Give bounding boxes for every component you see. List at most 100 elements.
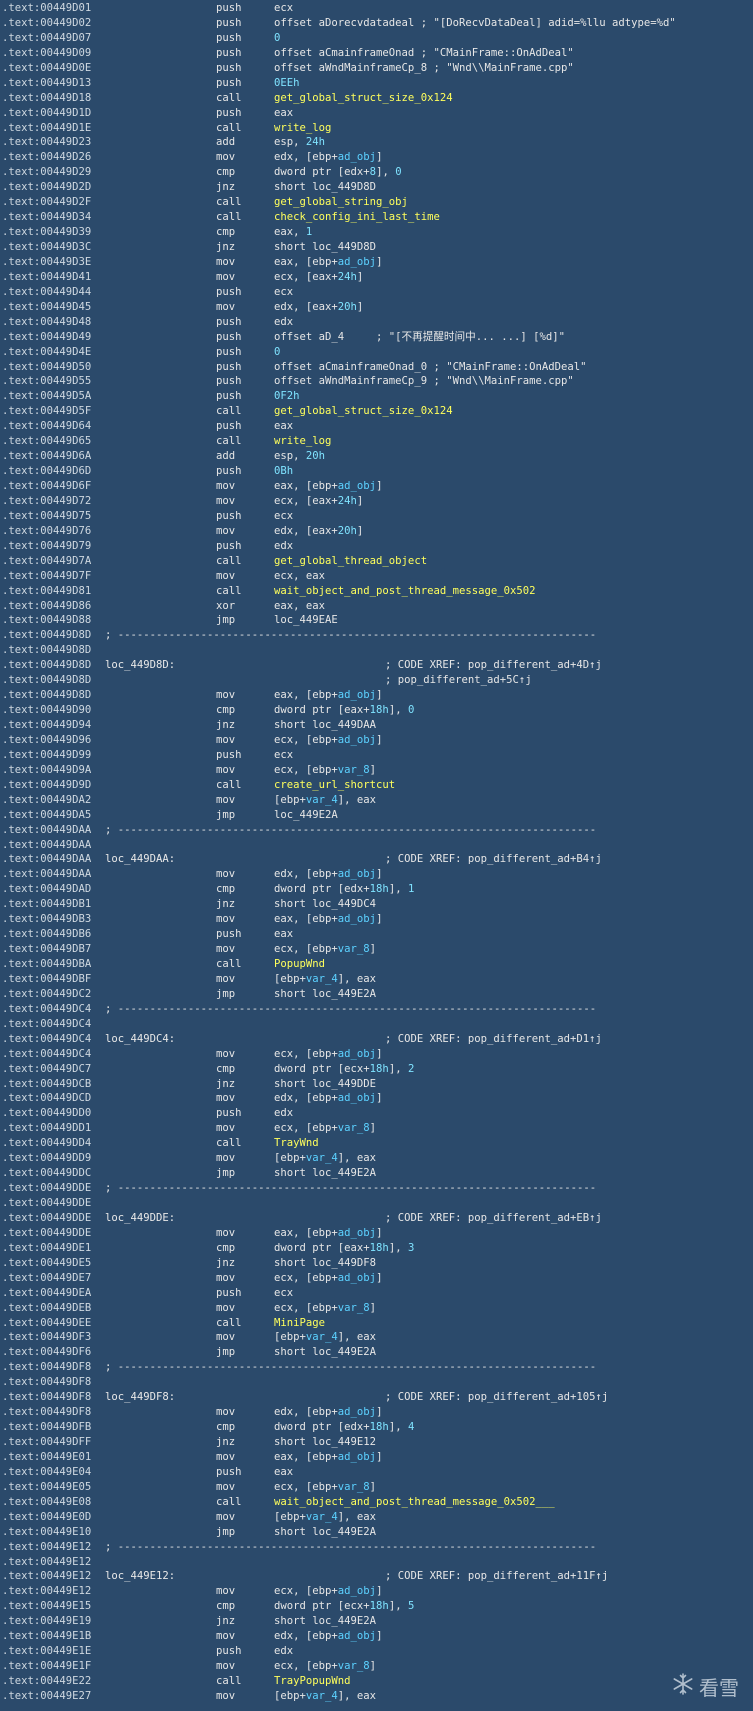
- code-line[interactable]: .text:00449E04 push eax: [0, 1465, 753, 1480]
- code-line[interactable]: .text:00449D90 cmp dword ptr [eax+18h], 0: [0, 703, 753, 718]
- code-line[interactable]: .text:00449E1F mov ecx, [ebp+var_8]: [0, 1659, 753, 1674]
- code-line[interactable]: .text:00449DB3 mov eax, [ebp+ad_obj]: [0, 912, 753, 927]
- code-line[interactable]: .text:00449DC4 ; ------------------------…: [0, 1002, 753, 1017]
- code-label[interactable]: loc_449DAA:: [105, 852, 175, 867]
- variable-reference[interactable]: var_8: [338, 1122, 370, 1134]
- function-reference[interactable]: MiniPage: [274, 1317, 325, 1329]
- function-reference[interactable]: get_global_thread_object: [274, 555, 427, 567]
- code-line[interactable]: .text:00449DAA mov edx, [ebp+ad_obj]: [0, 867, 753, 882]
- code-line[interactable]: .text:00449D6D push 0Bh: [0, 464, 753, 479]
- code-line[interactable]: .text:00449D81 call wait_object_and_post_t…: [0, 584, 753, 599]
- code-line[interactable]: .text:00449E12 mov ecx, [ebp+ad_obj]: [0, 1584, 753, 1599]
- code-line[interactable]: .text:00449D0E push offset aWndMainframeCp…: [0, 61, 753, 76]
- code-line[interactable]: .text:00449DB6 push eax: [0, 927, 753, 942]
- function-reference[interactable]: TrayPopupWnd: [274, 1675, 351, 1687]
- code-line[interactable]: .text:00449D44 push ecx: [0, 285, 753, 300]
- code-line[interactable]: .text:00449D39 cmp eax, 1: [0, 225, 753, 240]
- variable-reference[interactable]: ad_obj: [338, 1272, 376, 1284]
- code-line[interactable]: .text:00449D94 jnz short loc_449DAA: [0, 718, 753, 733]
- code-line[interactable]: .text:00449D2D jnz short loc_449D8D: [0, 180, 753, 195]
- function-reference[interactable]: write_log: [274, 122, 331, 134]
- variable-reference[interactable]: ad_obj: [338, 734, 376, 746]
- code-line[interactable]: .text:00449D6A add esp, 20h: [0, 449, 753, 464]
- code-line[interactable]: .text:00449DCB jnz short loc_449DDE: [0, 1077, 753, 1092]
- code-line[interactable]: .text:00449D79 push edx: [0, 539, 753, 554]
- code-line[interactable]: .text:00449E12 ; ------------------------…: [0, 1540, 753, 1555]
- code-line[interactable]: .text:00449D48 push edx: [0, 315, 753, 330]
- code-line[interactable]: .text:00449DDE mov eax, [ebp+ad_obj]: [0, 1226, 753, 1241]
- code-line[interactable]: .text:00449DEB mov ecx, [ebp+var_8]: [0, 1301, 753, 1316]
- code-line[interactable]: .text:00449DC4 mov ecx, [ebp+ad_obj]: [0, 1047, 753, 1062]
- variable-reference[interactable]: ad_obj: [338, 1630, 376, 1642]
- code-line[interactable]: .text:00449DDE: [0, 1196, 753, 1211]
- code-line[interactable]: .text:00449D8D ; ------------------------…: [0, 628, 753, 643]
- variable-reference[interactable]: var_4: [306, 1152, 338, 1164]
- variable-reference[interactable]: ad_obj: [338, 1406, 376, 1418]
- code-line[interactable]: .text:00449D18 call get_global_struct_size…: [0, 91, 753, 106]
- code-line[interactable]: .text:00449D45 mov edx, [eax+20h]: [0, 300, 753, 315]
- code-line[interactable]: .text:00449D09 push offset aCmainframeOnad…: [0, 46, 753, 61]
- variable-reference[interactable]: ad_obj: [338, 1092, 376, 1104]
- code-line[interactable]: .text:00449DC7 cmp dword ptr [ecx+18h], 2: [0, 1062, 753, 1077]
- variable-reference[interactable]: ad_obj: [338, 1585, 376, 1597]
- code-line[interactable]: .text:00449D99 push ecx: [0, 748, 753, 763]
- variable-reference[interactable]: var_8: [338, 1660, 370, 1672]
- code-line[interactable]: .text:00449D1E call write_log: [0, 121, 753, 136]
- code-line[interactable]: .text:00449D1D push eax: [0, 106, 753, 121]
- variable-reference[interactable]: ad_obj: [338, 256, 376, 268]
- code-line[interactable]: .text:00449DFB cmp dword ptr [edx+18h], 4: [0, 1420, 753, 1435]
- code-line[interactable]: .text:00449D23 add esp, 24h: [0, 135, 753, 150]
- variable-reference[interactable]: ad_obj: [338, 1227, 376, 1239]
- code-line[interactable]: .text:00449DE5 jnz short loc_449DF8: [0, 1256, 753, 1271]
- disassembly-listing[interactable]: .text:00449D01 push ecx .text:00449D02 push o…: [0, 0, 753, 1704]
- code-line[interactable]: .text:00449DDC jmp short loc_449E2A: [0, 1166, 753, 1181]
- function-reference[interactable]: get_global_struct_size_0x124: [274, 405, 453, 417]
- code-line[interactable]: .text:00449D4E push 0: [0, 345, 753, 360]
- code-line[interactable]: .text:00449D8D: [0, 643, 753, 658]
- code-line[interactable]: .text:00449D5F call get_global_struct_size…: [0, 404, 753, 419]
- code-line[interactable]: .text:00449D96 mov ecx, [ebp+ad_obj]: [0, 733, 753, 748]
- code-line[interactable]: .text:00449D86 xor eax, eax: [0, 599, 753, 614]
- code-line[interactable]: .text:00449D8D ; pop_different_ad+5C↑j: [0, 673, 753, 688]
- code-line[interactable]: .text:00449DEE call MiniPage: [0, 1316, 753, 1331]
- code-line[interactable]: .text:00449DD1 mov ecx, [ebp+var_8]: [0, 1121, 753, 1136]
- code-line[interactable]: .text:00449DF8 loc_449DF8: ; CODE XREF: po…: [0, 1390, 753, 1405]
- variable-reference[interactable]: var_4: [306, 794, 338, 806]
- variable-reference[interactable]: var_4: [306, 973, 338, 985]
- variable-reference[interactable]: ad_obj: [338, 868, 376, 880]
- code-line[interactable]: .text:00449DB1 jnz short loc_449DC4: [0, 897, 753, 912]
- code-line[interactable]: .text:00449E1B mov edx, [ebp+ad_obj]: [0, 1629, 753, 1644]
- function-reference[interactable]: write_log: [274, 435, 331, 447]
- code-line[interactable]: .text:00449DF8 mov edx, [ebp+ad_obj]: [0, 1405, 753, 1420]
- code-line[interactable]: .text:00449DBA call PopupWnd: [0, 957, 753, 972]
- code-line[interactable]: .text:00449DBF mov [ebp+var_4], eax: [0, 972, 753, 987]
- code-line[interactable]: .text:00449D3C jnz short loc_449D8D: [0, 240, 753, 255]
- code-line[interactable]: .text:00449D34 call check_config_ini_last_…: [0, 210, 753, 225]
- code-line[interactable]: .text:00449D29 cmp dword ptr [edx+8], 0: [0, 165, 753, 180]
- code-line[interactable]: .text:00449DE7 mov ecx, [ebp+ad_obj]: [0, 1271, 753, 1286]
- code-line[interactable]: .text:00449D7A call get_global_thread_obje…: [0, 554, 753, 569]
- code-line[interactable]: .text:00449DFF jnz short loc_449E12: [0, 1435, 753, 1450]
- code-line[interactable]: .text:00449E1E push edx: [0, 1644, 753, 1659]
- code-line[interactable]: .text:00449E08 call wait_object_and_post_t…: [0, 1495, 753, 1510]
- function-reference[interactable]: get_global_struct_size_0x124: [274, 92, 453, 104]
- code-line[interactable]: .text:00449D2F call get_global_string_obj: [0, 195, 753, 210]
- function-reference[interactable]: wait_object_and_post_thread_message_0x50…: [274, 585, 536, 597]
- function-reference[interactable]: TrayWnd: [274, 1137, 319, 1149]
- variable-reference[interactable]: ad_obj: [338, 151, 376, 163]
- code-line[interactable]: .text:00449D3E mov eax, [ebp+ad_obj]: [0, 255, 753, 270]
- code-line[interactable]: .text:00449E0D mov [ebp+var_4], eax: [0, 1510, 753, 1525]
- code-line[interactable]: .text:00449E19 jnz short loc_449E2A: [0, 1614, 753, 1629]
- code-line[interactable]: .text:00449D07 push 0: [0, 31, 753, 46]
- code-line[interactable]: .text:00449DA2 mov [ebp+var_4], eax: [0, 793, 753, 808]
- code-line[interactable]: .text:00449E10 jmp short loc_449E2A: [0, 1525, 753, 1540]
- code-line[interactable]: .text:00449DAA ; ------------------------…: [0, 823, 753, 838]
- code-line[interactable]: .text:00449D13 push 0EEh: [0, 76, 753, 91]
- function-reference[interactable]: get_global_string_obj: [274, 196, 408, 208]
- code-line[interactable]: .text:00449DF8: [0, 1375, 753, 1390]
- code-line[interactable]: .text:00449D65 call write_log: [0, 434, 753, 449]
- code-line[interactable]: .text:00449DC4: [0, 1017, 753, 1032]
- function-reference[interactable]: check_config_ini_last_time: [274, 211, 440, 223]
- code-label[interactable]: loc_449E12:: [105, 1569, 175, 1584]
- code-label[interactable]: loc_449D8D:: [105, 658, 175, 673]
